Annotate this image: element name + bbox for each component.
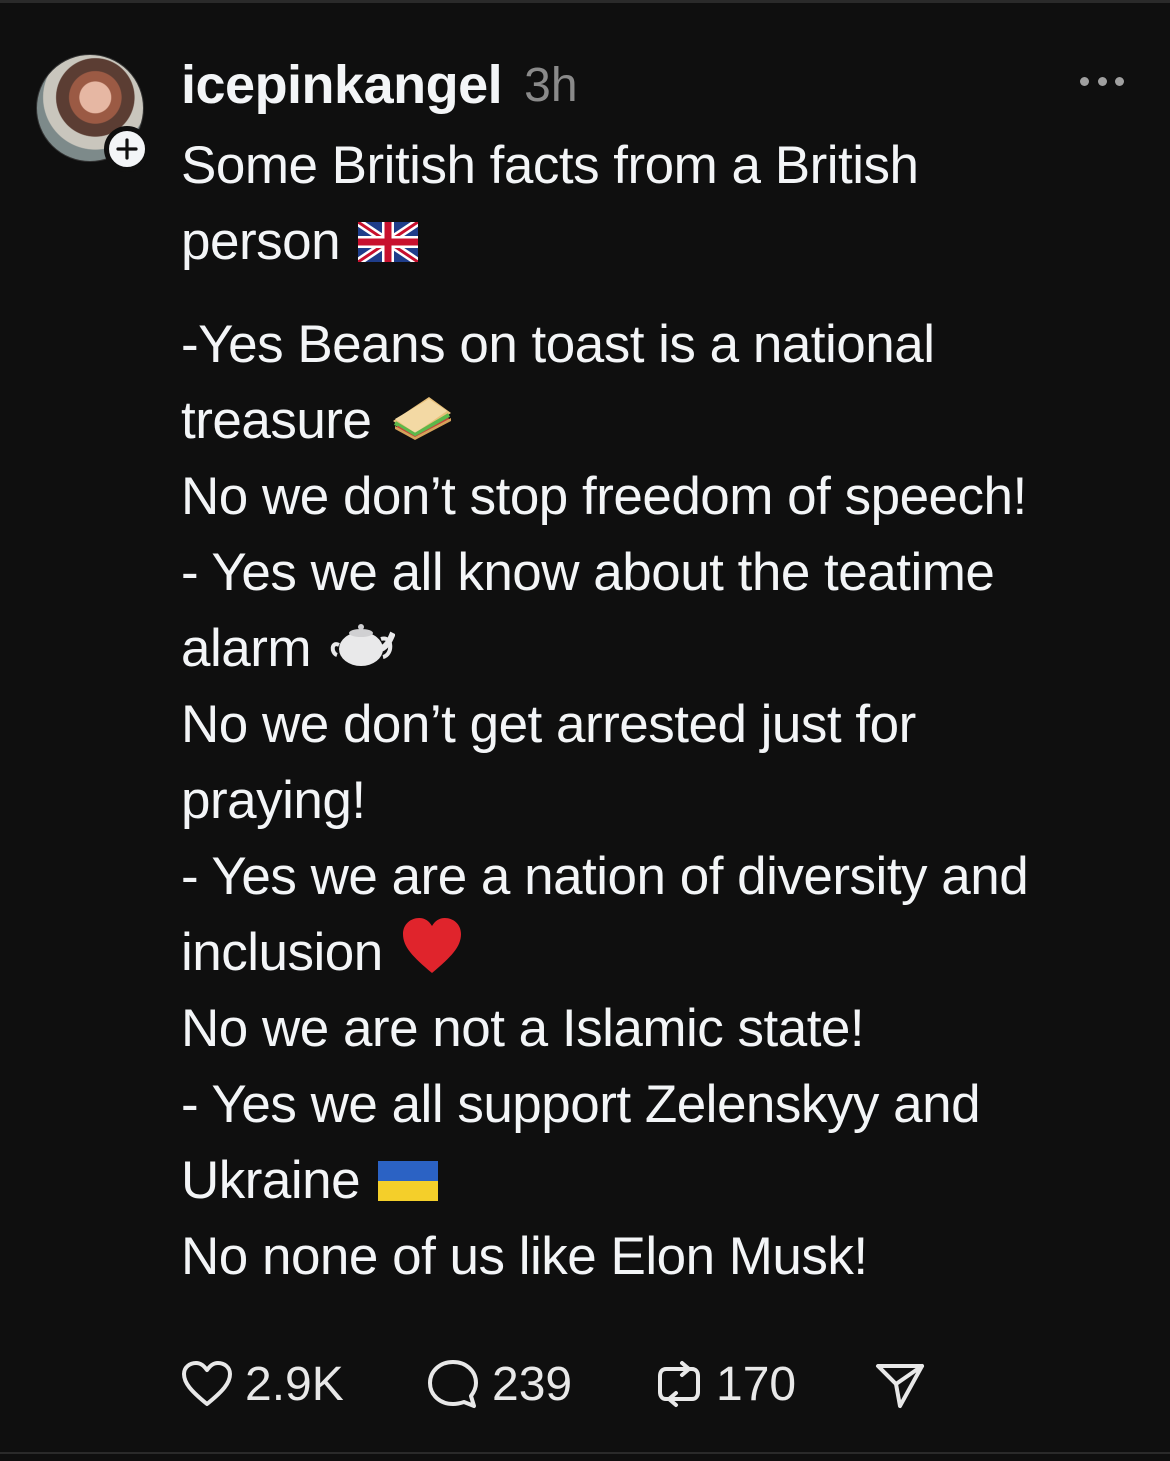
repost-count: 170 (716, 1357, 797, 1411)
post-line: Ukraine (181, 1143, 1141, 1219)
post-line: person (181, 204, 1141, 280)
heart-icon (182, 1361, 232, 1406)
post-line: inclusion (181, 915, 1141, 991)
post-actions: 2.9K 239 170 (181, 1352, 926, 1416)
post-line: No we don’t stop freedom of speech! (181, 467, 1027, 526)
more-dot-icon (1080, 76, 1089, 86)
ukraine-flag-icon (378, 1146, 439, 1222)
plus-icon (116, 138, 138, 160)
send-icon (876, 1364, 924, 1408)
post-line: treasure (181, 383, 1141, 459)
red-heart-icon (401, 917, 463, 996)
uk-flag-icon (355, 207, 421, 283)
post-text: Some British facts from a British person… (181, 128, 1141, 1295)
top-divider (0, 0, 1170, 3)
post-line: Some British facts from a British (181, 136, 919, 195)
post-line: No none of us like Elon Musk! (181, 1227, 868, 1286)
reply-count: 239 (492, 1357, 573, 1411)
post-line: No we are not a Islamic state! (181, 999, 865, 1058)
share-button[interactable] (874, 1352, 926, 1416)
more-dot-icon (1115, 76, 1124, 86)
post-line: No we don’t get arrested just for (181, 695, 916, 754)
like-button[interactable]: 2.9K (181, 1352, 426, 1416)
more-dot-icon (1097, 76, 1107, 86)
bottom-divider (0, 1452, 1170, 1454)
post-line: -Yes Beans on toast is a national (181, 315, 935, 374)
repost-button[interactable]: 170 (654, 1352, 874, 1416)
username[interactable]: icepinkangel (181, 54, 503, 116)
more-options-button[interactable] (1080, 66, 1124, 96)
post-header: icepinkangel 3h (181, 50, 578, 120)
post-line: - Yes we all support Zelenskyy and (181, 1075, 981, 1134)
comment-icon (428, 1360, 478, 1408)
teapot-icon (329, 614, 396, 690)
post-line: - Yes we are a nation of diversity and (181, 847, 1029, 906)
post-line: alarm (181, 611, 1141, 687)
follow-button[interactable] (104, 126, 150, 172)
post-timestamp: 3h (524, 58, 578, 112)
author-avatar[interactable] (36, 54, 150, 172)
post-line: - Yes we all know about the teatime (181, 543, 995, 602)
post-line: praying! (181, 771, 366, 830)
like-count: 2.9K (245, 1357, 344, 1411)
sandwich-icon (389, 386, 455, 462)
repost-icon (658, 1361, 700, 1407)
reply-button[interactable]: 239 (426, 1352, 654, 1416)
